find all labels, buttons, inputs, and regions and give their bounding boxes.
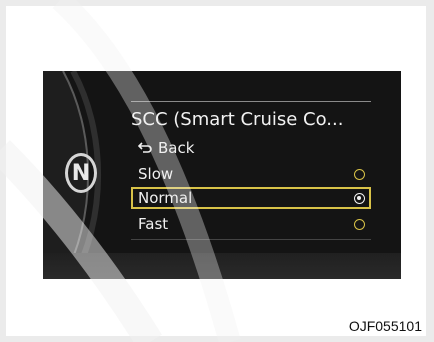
option-slow[interactable]: Slow [131,163,371,185]
back-label: Back [158,139,195,157]
radio-unselected-icon [354,168,365,180]
option-fast[interactable]: Fast [131,213,371,235]
figure-code: OJF055101 [348,318,422,334]
radio-selected-icon [354,192,365,204]
radio-unselected-icon [354,218,365,230]
back-item[interactable]: Back [131,137,371,159]
option-label: Slow [138,165,174,183]
option-label: Normal [138,189,193,207]
return-arrow-icon [138,142,152,153]
option-label: Fast [138,215,169,233]
menu-divider-bottom [131,239,371,240]
title-divider-top [131,101,371,102]
menu-title: SCC (Smart Cruise Co... [131,109,344,130]
option-normal[interactable]: Normal [131,187,371,209]
gear-indicator: N [65,153,97,193]
cluster-display: N SCC (Smart Cruise Co... Back Slow Norm… [43,71,401,279]
display-bottom-band [43,253,401,279]
